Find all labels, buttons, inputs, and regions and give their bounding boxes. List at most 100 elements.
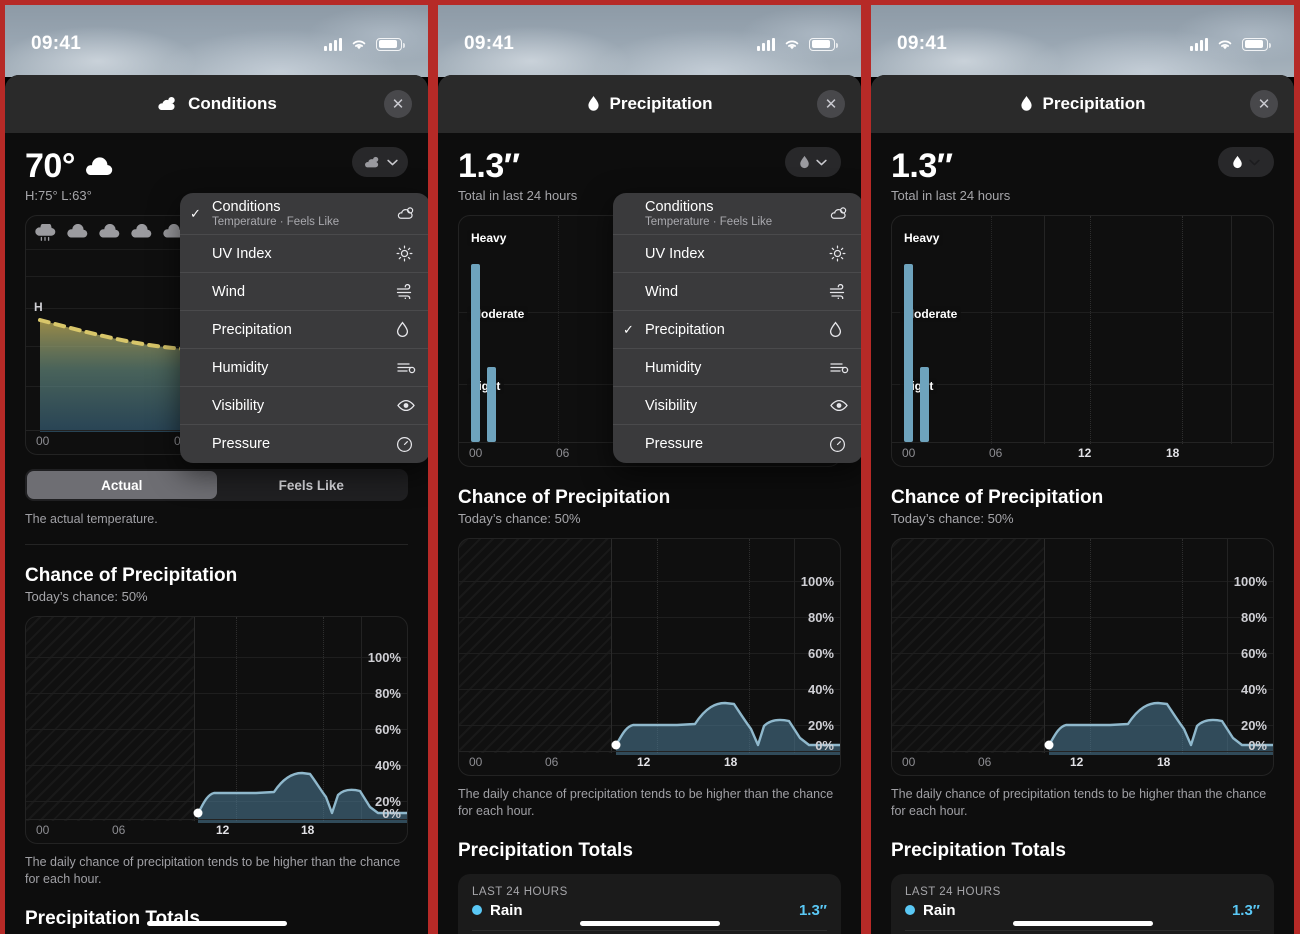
- x-tick: 00: [36, 822, 50, 837]
- sheet-header: Precipitation ✕: [438, 75, 861, 133]
- close-icon[interactable]: ✕: [384, 90, 412, 118]
- chance-of-precipitation-chart[interactable]: 100% 80% 60% 40% 20% 0% 00 06 12 18: [891, 538, 1274, 776]
- close-icon[interactable]: ✕: [1250, 90, 1278, 118]
- chance-section-subtitle: Today’s chance: 50%: [891, 511, 1014, 526]
- x-tick: 18: [301, 822, 315, 837]
- menu-item-precipitation[interactable]: ✓ Precipitation: [613, 311, 861, 349]
- cellular-bars-icon: [1190, 37, 1208, 51]
- eye-icon: [829, 399, 851, 412]
- chevron-down-icon: [1249, 159, 1260, 165]
- menu-item-uv-index[interactable]: UV Index: [613, 235, 861, 273]
- precip-totals-title: Precipitation Totals: [458, 839, 633, 861]
- raindrop-icon: [587, 96, 599, 111]
- raindrop-icon: [396, 321, 418, 338]
- menu-item-conditions[interactable]: Conditions Temperature · Feels Like: [613, 193, 861, 235]
- phone-panel-precipitation: 09:41 Precipitation ✕ 1.3″ Total in last…: [871, 5, 1294, 934]
- menu-item-humidity[interactable]: Humidity: [613, 349, 861, 387]
- menu-item-label: Precipitation: [212, 321, 292, 338]
- x-tick: 18: [724, 755, 738, 769]
- totals-type: Rain: [472, 902, 523, 919]
- cloud-sun-icon: [829, 206, 851, 221]
- temperature-mode-segmented-control[interactable]: Actual Feels Like: [25, 469, 408, 501]
- totals-value: 1.3″: [1231, 901, 1260, 919]
- y-tick: 40%: [807, 682, 834, 697]
- sheet-title: Conditions: [156, 94, 277, 114]
- detail-sheet: Precipitation ✕ 1.3″ Total in last 24 ho…: [871, 75, 1294, 934]
- y-tick: 80%: [374, 685, 401, 701]
- chance-x-axis: 00 06 12 18: [26, 818, 407, 843]
- status-bar: 09:41: [438, 5, 861, 69]
- menu-item-pressure[interactable]: Pressure: [613, 425, 861, 463]
- cellular-bars-icon: [324, 37, 342, 51]
- metric-selector-button[interactable]: [785, 147, 841, 177]
- menu-item-label: Humidity: [212, 359, 269, 376]
- menu-item-label: Conditions Temperature · Feels Like: [645, 199, 823, 228]
- chance-x-axis: 00 06 12 18: [459, 751, 840, 775]
- status-bar: 09:41: [5, 5, 428, 69]
- menu-item-label: UV Index: [645, 245, 705, 262]
- status-time: 09:41: [464, 33, 515, 54]
- menu-item-pressure[interactable]: Pressure: [180, 425, 428, 463]
- raindrop-icon: [829, 321, 851, 338]
- x-tick: 06: [989, 446, 1003, 460]
- cloud-sun-icon: [158, 97, 175, 111]
- totals-value: 1.3″: [798, 901, 827, 919]
- menu-item-wind[interactable]: Wind: [180, 273, 428, 311]
- menu-item-label: UV Index: [212, 245, 272, 262]
- wind-icon: [396, 284, 418, 299]
- menu-item-visibility[interactable]: Visibility: [180, 387, 428, 425]
- chance-section-subtitle: Today’s chance: 50%: [25, 588, 148, 604]
- hero-value-row: 70°: [25, 147, 408, 186]
- menu-item-humidity[interactable]: Humidity: [180, 349, 428, 387]
- precip-bar: [471, 264, 480, 442]
- segment-feels-like[interactable]: Feels Like: [217, 471, 407, 499]
- y-tick: 40%: [374, 757, 401, 773]
- intensity-label-heavy: Heavy: [467, 230, 511, 246]
- totals-last-24-label: LAST 24 HOURS: [472, 885, 568, 898]
- x-tick: 12: [1070, 755, 1084, 769]
- metric-dropdown-menu[interactable]: Conditions Temperature · Feels Like UV I…: [613, 193, 861, 463]
- y-tick: 60%: [807, 646, 834, 661]
- totals-row-rain: Rain 1.3″: [472, 902, 827, 919]
- y-tick: 100%: [1233, 574, 1267, 589]
- x-tick: 06: [556, 446, 570, 460]
- checkmark-icon: ✓: [623, 321, 634, 337]
- close-icon[interactable]: ✕: [817, 90, 845, 118]
- divider: [472, 929, 827, 931]
- chance-section-title: Chance of Precipitation: [25, 564, 238, 586]
- status-icons: [1190, 37, 1271, 51]
- precipitation-intensity-chart[interactable]: Heavy Moderate Light 00 06 12 18: [891, 215, 1274, 467]
- precip-bar: [487, 367, 496, 442]
- cloud-icon: [99, 223, 120, 238]
- chance-of-precipitation-chart[interactable]: 100% 80% 60% 40% 20% 0% 00 06 12 18: [458, 538, 841, 776]
- gauge-icon: [829, 436, 851, 453]
- wind-icon: [829, 284, 851, 299]
- menu-item-visibility[interactable]: Visibility: [613, 387, 861, 425]
- metric-selector-button[interactable]: [1218, 147, 1274, 177]
- menu-item-precipitation[interactable]: Precipitation: [180, 311, 428, 349]
- chance-section-subtitle: Today’s chance: 50%: [458, 511, 581, 526]
- wifi-icon: [785, 40, 799, 49]
- precip-totals-title: Precipitation Totals: [25, 907, 200, 929]
- menu-item-conditions[interactable]: ✓ Conditions Temperature · Feels Like: [180, 193, 428, 235]
- y-tick: 60%: [374, 721, 401, 737]
- wifi-icon: [352, 40, 366, 49]
- menu-item-wind[interactable]: Wind: [613, 273, 861, 311]
- menu-item-label: Wind: [645, 283, 679, 300]
- menu-item-uv-index[interactable]: UV Index: [180, 235, 428, 273]
- metric-selector-button[interactable]: [352, 147, 408, 177]
- chance-of-precipitation-chart[interactable]: 100% 80% 60% 40% 20% 0% 00 06 12 18: [25, 615, 408, 844]
- cloud-rain-icon: [35, 223, 56, 241]
- phone-panel-precipitation-menu: 09:41 Precipitation ✕ 1.3″ Total in last…: [438, 5, 861, 934]
- chance-footnote: The daily chance of precipitation tends …: [458, 787, 834, 818]
- cellular-bars-icon: [757, 37, 775, 51]
- chance-y-axis: 100% 80% 60% 40% 20% 0%: [788, 539, 834, 753]
- totals-type: Rain: [905, 902, 956, 919]
- sheet-title-text: Conditions: [188, 94, 277, 113]
- totals-row-rain: Rain 1.3″: [905, 902, 1260, 919]
- segment-actual[interactable]: Actual: [27, 471, 217, 499]
- raindrop-icon: [1233, 155, 1242, 168]
- status-icons: [757, 37, 838, 51]
- metric-dropdown-menu[interactable]: ✓ Conditions Temperature · Feels Like UV…: [180, 193, 428, 463]
- screenshot-stage: 09:41 Conditions ✕ 70° H:75° L:63° H 00 …: [0, 0, 1300, 934]
